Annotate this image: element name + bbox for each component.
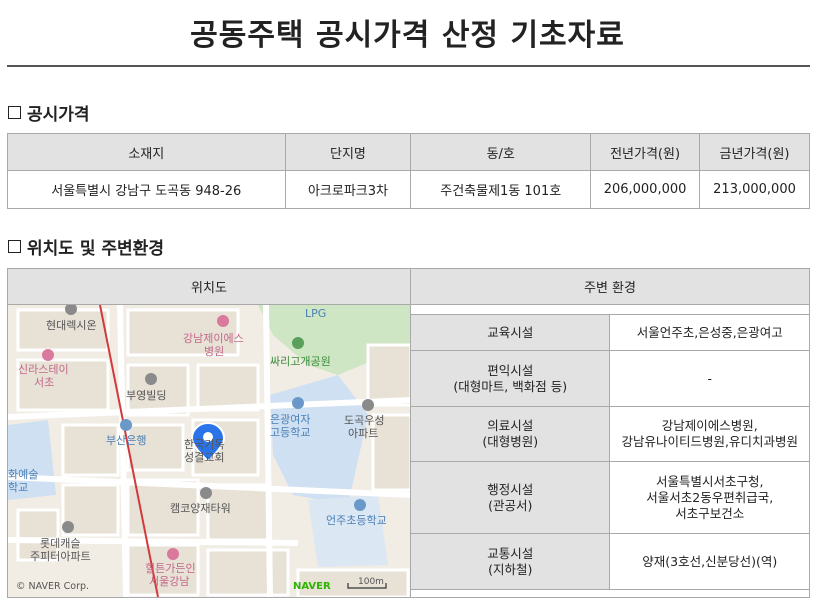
cell-complex: 아크로파크3차 (284, 170, 412, 209)
cell-curr-price: 213,000,000 (699, 170, 810, 209)
section-title-price-label: 공시가격 (27, 105, 90, 125)
env-category: 행정시설 (관공서) (409, 461, 611, 534)
env-category-text: 편익시설 (487, 362, 534, 378)
env-category: 교육시설 (409, 314, 611, 351)
map-label-shilla-2: 서초 (34, 376, 55, 389)
location-map[interactable]: 현대렉시온 LPG 강남제이에스 병원 싸리고개공원 신라스테이 서초 부영빌딩… (8, 305, 411, 597)
checkbox-square-icon (8, 240, 21, 253)
map-label-gn-js-2: 병원 (204, 345, 225, 358)
env-category-subtext: (대형마트, 백화점 등) (453, 378, 568, 394)
env-category-text: 행정시설 (487, 481, 534, 497)
naver-logo: NAVER (293, 581, 331, 592)
env-category: 의료시설 (대형병원) (409, 406, 611, 462)
env-category-text: 교통시설 (487, 545, 534, 561)
environment-header: 주변 환경 (411, 269, 809, 305)
page-title: 공동주택 공시가격 산정 기초자료 (190, 18, 625, 53)
map-label-lotte-1: 롯데캐슬 (40, 537, 81, 550)
price-table: 소재지 단지명 동/호 전년가격(원) 금년가격(원) 서울특별시 강남구 도곡… (7, 133, 810, 209)
env-value: 양재(3호선,신분당선)(역) (609, 533, 810, 590)
table-header-row: 소재지 단지명 동/호 전년가격(원) 금년가격(원) (7, 133, 810, 171)
map-label-campco: 캠코양재타워 (170, 502, 231, 515)
env-value-text: 서울언주초,은성중,은광여고 (636, 324, 783, 340)
table-row: 교육시설 서울언주초,은성중,은광여고 (409, 314, 810, 351)
env-value-text: 양재(3호선,신분당선)(역) (642, 553, 778, 569)
env-value-text: 강남유나이티드병원,유디치과병원 (621, 434, 798, 449)
map-label-dogok-2: 아파트 (348, 427, 379, 440)
env-value-text: 서울서초2동우편취급국, (646, 489, 774, 505)
env-category-subtext: (지하철) (488, 561, 533, 577)
env-value: 서울특별시서초구청, 서울서초2동우편취급국, 서초구보건소 (609, 461, 810, 534)
map-label-gn-js-1: 강남제이에스 (183, 332, 244, 345)
env-category-subtext: (관공서) (488, 497, 533, 513)
map-label-eunkwang-1: 은광여자 (270, 413, 311, 426)
header-unit: 동/호 (410, 133, 592, 171)
env-category: 편익시설 (대형마트, 백화점 등) (409, 350, 611, 407)
map-label-dogok-1: 도곡우성 (344, 414, 385, 427)
env-value: 서울언주초,은성중,은광여고 (609, 314, 810, 351)
env-category: 교통시설 (지하철) (409, 533, 611, 590)
map-label-church-1: 한국기독 (184, 438, 225, 451)
env-value-text: - (707, 370, 712, 386)
header-location: 소재지 (7, 133, 286, 171)
map-label-buyoung: 부영빌딩 (126, 389, 167, 402)
section-title-location: 위치도 및 주변환경 (8, 234, 164, 259)
map-label-shilla-1: 신라스테이 (18, 363, 69, 376)
header-curr-price: 금년가격(원) (699, 133, 810, 171)
map-copyright: © NAVER Corp. (16, 581, 90, 592)
env-category-text: 의료시설 (487, 418, 534, 433)
map-header: 위치도 (8, 269, 411, 305)
env-value: 강남제이에스병원, 강남유나이티드병원,유디치과병원 (609, 406, 810, 462)
env-category-text: 교육시설 (487, 324, 534, 340)
header-prev-price: 전년가격(원) (590, 133, 701, 171)
env-category-subtext: (대형병원) (482, 434, 539, 449)
title-divider (7, 65, 810, 67)
section-title-location-label: 위치도 및 주변환경 (27, 239, 164, 259)
map-scale-label: 100m (358, 577, 384, 587)
map-label-lotte-2: 주피터아파트 (30, 550, 91, 563)
checkbox-square-icon (8, 106, 21, 119)
environment-table: 교육시설 서울언주초,은성중,은광여고 편익시설 (대형마트, 백화점 등) -… (409, 314, 810, 590)
map-label-art-2: 학교 (8, 481, 29, 494)
map-label-eonju: 언주초등학교 (326, 514, 387, 527)
school-area-eonju (308, 495, 388, 567)
map-label-ssari: 싸리고개공원 (270, 355, 331, 368)
map-label-hilton-2: 서울강남 (149, 575, 190, 588)
cell-prev-price: 206,000,000 (590, 170, 701, 209)
table-row: 편익시설 (대형마트, 백화점 등) - (409, 350, 810, 407)
map-label-church-2: 성결교회 (184, 451, 225, 464)
map-label-hilton-1: 힐튼가든인 (145, 562, 196, 575)
env-value-text: 서초구보건소 (675, 505, 745, 521)
header-complex: 단지명 (284, 133, 412, 171)
table-row: 행정시설 (관공서) 서울특별시서초구청, 서울서초2동우편취급국, 서초구보건… (409, 461, 810, 534)
env-value: - (609, 350, 810, 407)
cell-location: 서울특별시 강남구 도곡동 948-26 (7, 170, 286, 209)
table-row: 서울특별시 강남구 도곡동 948-26 아크로파크3차 주건축물제1동 101… (7, 170, 810, 209)
section-title-price: 공시가격 (8, 100, 90, 125)
map-label-lpg: LPG (305, 307, 327, 320)
table-row: 의료시설 (대형병원) 강남제이에스병원, 강남유나이티드병원,유디치과병원 (409, 406, 810, 462)
map-label-art-1: 화예술 (8, 468, 39, 481)
map-label-eunkwang-2: 고등학교 (270, 426, 311, 439)
map-label-hyundai: 현대렉시온 (46, 319, 97, 332)
env-value-text: 강남제이에스병원, (661, 418, 758, 433)
env-value-text: 서울특별시서초구청, (656, 473, 764, 489)
map-label-busan: 부산은행 (106, 434, 147, 447)
table-row: 교통시설 (지하철) 양재(3호선,신분당선)(역) (409, 533, 810, 590)
cell-unit: 주건축물제1동 101호 (410, 170, 592, 209)
